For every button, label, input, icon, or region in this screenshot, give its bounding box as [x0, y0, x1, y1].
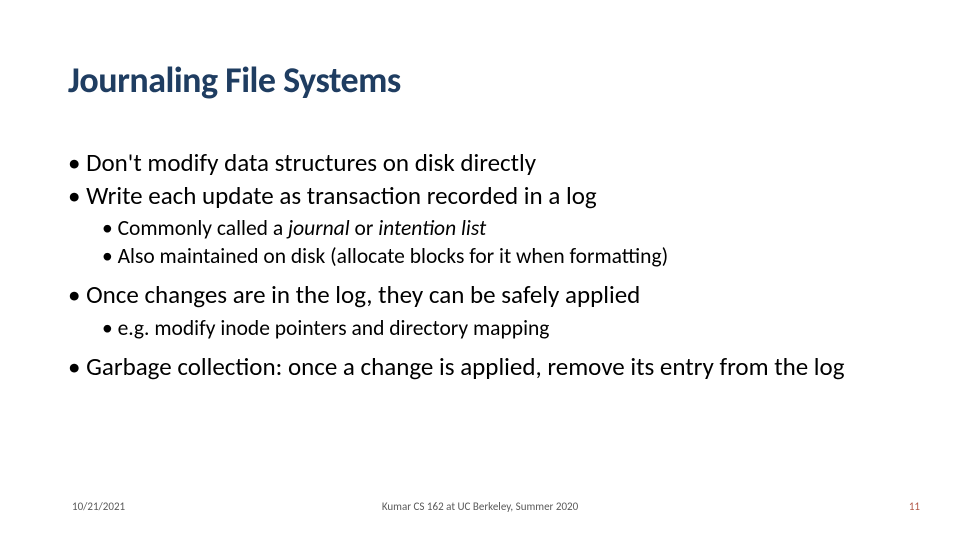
bullet-1: Don't modify data structures on disk dir…	[68, 148, 920, 179]
slide-footer: 10/21/2021 Kumar CS 162 at UC Berkeley, …	[0, 500, 960, 518]
bullet-list: Don't modify data structures on disk dir…	[68, 148, 920, 383]
bullet-3-sub-1: e.g. modify inode pointers and directory…	[102, 315, 920, 343]
bullet-2-sublist: Commonly called a journal or intention l…	[68, 215, 920, 270]
bullet-2: Write each update as transaction recorde…	[68, 181, 920, 212]
slide: Journaling File Systems Don't modify dat…	[0, 0, 960, 540]
text: or	[350, 215, 379, 241]
footer-center: Kumar CS 162 at UC Berkeley, Summer 2020	[0, 500, 960, 513]
bullet-3-sublist: e.g. modify inode pointers and directory…	[68, 315, 920, 343]
bullet-2-sub-2: Also maintained on disk (allocate blocks…	[102, 243, 920, 271]
slide-body: Don't modify data structures on disk dir…	[68, 148, 920, 385]
journal-term: journal	[288, 215, 350, 241]
intention-list-term: intention list	[378, 215, 486, 241]
text: Commonly called a	[118, 215, 288, 241]
bullet-2-sub-1: Commonly called a journal or intention l…	[102, 215, 920, 243]
slide-title: Journaling File Systems	[68, 58, 401, 102]
bullet-4: Garbage collection: once a change is app…	[68, 352, 920, 383]
bullet-3: Once changes are in the log, they can be…	[68, 280, 920, 311]
footer-page-number: 11	[909, 500, 920, 513]
